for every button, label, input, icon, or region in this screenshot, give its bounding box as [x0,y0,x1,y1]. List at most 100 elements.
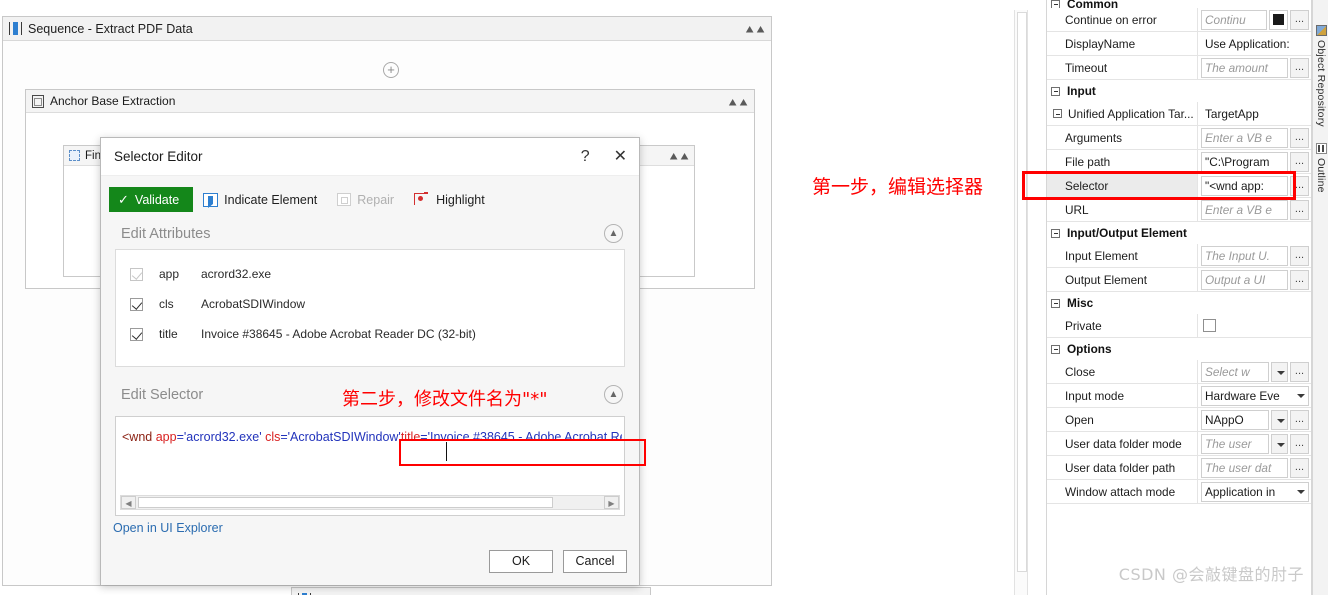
output-element-ellipsis-button[interactable]: ... [1290,269,1309,290]
properties-group-misc[interactable]: Misc [1047,292,1311,314]
attribute-checkbox-cls[interactable] [130,297,143,311]
edit-attributes-collapse-icon[interactable]: ▲ [604,224,623,243]
arguments-ellipsis-button[interactable]: ... [1290,127,1309,148]
property-row-selector[interactable]: Selector "<wnd app: ... [1047,174,1311,198]
property-input-close[interactable]: Select w [1201,361,1269,382]
property-input-user-data-folder-mode[interactable]: The user [1201,433,1269,454]
close-icon[interactable]: ✕ [610,147,631,167]
property-input-open[interactable]: NAppO [1201,409,1269,430]
close-dropdown-icon[interactable] [1271,361,1288,382]
property-input-user-data-folder-path[interactable]: The user dat [1201,457,1288,478]
property-row-user-data-folder-path[interactable]: User data folder path The user dat ... [1047,456,1311,480]
highlight-button[interactable]: Highlight [404,187,495,212]
indicate-element-button[interactable]: Indicate Element [193,187,327,212]
property-input-unified-target[interactable]: TargetApp [1201,103,1309,124]
property-row-private[interactable]: Private [1047,314,1311,338]
right-tab-strip[interactable]: Object Repository Outline [1312,0,1328,595]
expander-icon[interactable] [1053,109,1062,118]
property-row-timeout[interactable]: Timeout The amount ... [1047,56,1311,80]
anchor-collapse-chevron-icon[interactable]: ▲▲ [726,95,750,106]
edit-selector-collapse-icon[interactable]: ▲ [604,385,623,404]
open-in-ui-explorer-link[interactable]: Open in UI Explorer [113,521,223,535]
private-checkbox[interactable] [1203,319,1216,332]
property-input-url[interactable]: Enter a VB e [1201,199,1288,220]
properties-group-input[interactable]: Input [1047,80,1311,102]
properties-panel[interactable]: Common Continue on error Continu ... Dis… [1046,0,1312,595]
open-dropdown-icon[interactable] [1271,409,1288,430]
get-collapse-chevron-icon[interactable]: ▲▲ [667,150,691,161]
tab-object-repository[interactable]: Object Repository [1313,22,1328,127]
property-row-unified-target[interactable]: Unified Application Tar... TargetApp [1047,102,1311,126]
attribute-row[interactable]: cls AcrobatSDIWindow [116,289,624,319]
property-row-file-path[interactable]: File path "C:\Program ... [1047,150,1311,174]
property-input-window-attach-mode[interactable]: Application in [1201,481,1309,502]
property-row-window-attach-mode[interactable]: Window attach mode Application in [1047,480,1311,504]
anchor-header[interactable]: Anchor Base Extraction ▲▲ [26,90,754,113]
input-mode-dropdown-icon[interactable] [1297,393,1305,398]
activity-card-do[interactable]: Do ▲▲ [291,587,651,595]
url-ellipsis-button[interactable]: ... [1290,199,1309,220]
property-input-output-element[interactable]: Output a UI [1201,269,1288,290]
scroll-right-icon[interactable]: ▶ [604,496,619,509]
scroll-left-icon[interactable]: ◀ [121,496,136,509]
selector-horizontal-scrollbar[interactable]: ◀ ▶ [120,495,620,510]
property-row-input-element[interactable]: Input Element The Input U. ... [1047,244,1311,268]
property-row-open[interactable]: Open NAppO ... [1047,408,1311,432]
sequence-header[interactable]: Sequence - Extract PDF Data ▲▲ [3,17,771,41]
expander-icon[interactable] [1051,0,1060,8]
expander-icon[interactable] [1051,344,1060,354]
canvas-vertical-scrollbar[interactable] [1014,10,1028,595]
property-row-input-mode[interactable]: Input mode Hardware Eve [1047,384,1311,408]
user-data-folder-mode-dropdown-icon[interactable] [1271,433,1288,454]
property-input-continue-on-error[interactable]: Continu [1201,9,1267,30]
property-input-file-path[interactable]: "C:\Program [1201,151,1288,172]
expander-icon[interactable] [1051,228,1060,238]
property-input-input-mode[interactable]: Hardware Eve [1201,385,1309,406]
tab-outline[interactable]: Outline [1313,140,1328,193]
attribute-checkbox-app[interactable] [130,267,143,281]
collapse-chevron-icon[interactable]: ▲▲ [743,23,767,34]
timeout-ellipsis-button[interactable]: ... [1290,57,1309,78]
property-row-continue-on-error[interactable]: Continue on error Continu ... [1047,8,1311,32]
open-ellipsis-button[interactable]: ... [1290,409,1309,430]
ok-button[interactable]: OK [489,550,553,573]
add-activity-button[interactable]: + [383,62,399,78]
property-input-selector[interactable]: "<wnd app: [1201,175,1288,196]
input-element-ellipsis-button[interactable]: ... [1290,245,1309,266]
property-input-timeout[interactable]: The amount [1201,57,1288,78]
file-path-ellipsis-button[interactable]: ... [1290,151,1309,172]
cancel-button[interactable]: Cancel [563,550,627,573]
selector-ellipsis-button[interactable]: ... [1290,175,1309,196]
canvas-scrollbar-thumb[interactable] [1017,12,1027,572]
property-row-arguments[interactable]: Arguments Enter a VB e ... [1047,126,1311,150]
property-row-url[interactable]: URL Enter a VB e ... [1047,198,1311,222]
properties-group-options[interactable]: Options [1047,338,1311,360]
attribute-row[interactable]: title Invoice #38645 - Adobe Acrobat Rea… [116,319,624,349]
expander-icon[interactable] [1051,86,1060,96]
continue-on-error-toggle-button[interactable] [1269,9,1288,30]
scroll-thumb[interactable] [138,497,553,508]
user-data-folder-path-ellipsis-button[interactable]: ... [1290,457,1309,478]
property-row-close[interactable]: Close Select w ... [1047,360,1311,384]
window-attach-mode-dropdown-icon[interactable] [1297,489,1305,494]
scroll-track[interactable] [136,496,604,509]
user-data-folder-mode-ellipsis-button[interactable]: ... [1290,433,1309,454]
close-ellipsis-button[interactable]: ... [1290,361,1309,382]
property-input-display-name[interactable]: Use Application: [1201,33,1309,54]
properties-group-common[interactable]: Common [1047,0,1311,8]
expander-icon[interactable] [1051,298,1060,308]
property-row-output-element[interactable]: Output Element Output a UI ... [1047,268,1311,292]
attribute-checkbox-title[interactable] [130,327,143,341]
properties-group-input-output-element[interactable]: Input/Output Element [1047,222,1311,244]
property-input-arguments[interactable]: Enter a VB e [1201,127,1288,148]
attribute-row[interactable]: app acrord32.exe [116,259,624,289]
validate-button[interactable]: ✓ Validate [109,187,194,212]
property-input-input-element[interactable]: The Input U. [1201,245,1288,266]
help-icon[interactable]: ? [577,147,594,167]
selector-editor-field[interactable]: <wnd app='acrord32.exe' cls='AcrobatSDIW… [115,416,646,516]
property-row-display-name[interactable]: DisplayName Use Application: [1047,32,1311,56]
selector-text[interactable]: <wnd app='acrord32.exe' cls='AcrobatSDIW… [118,423,622,445]
property-row-user-data-folder-mode[interactable]: User data folder mode The user ... [1047,432,1311,456]
selector-editor-dialog[interactable]: Selector Editor ? ✕ ✓ Validate Indicate … [100,137,646,585]
continue-on-error-ellipsis-button[interactable]: ... [1290,9,1309,30]
